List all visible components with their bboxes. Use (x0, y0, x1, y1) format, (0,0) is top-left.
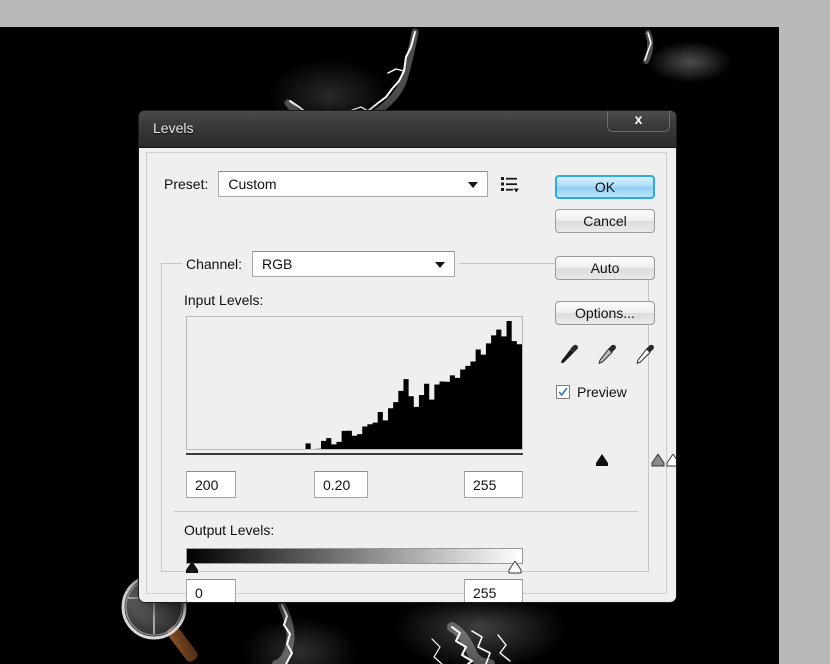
close-icon: x (634, 111, 643, 127)
black-point-slider[interactable] (594, 454, 610, 467)
input-slider-track[interactable] (186, 453, 523, 455)
preview-label: Preview (577, 384, 627, 400)
dialog-body: Preset: Custom Channel: RGB Input Levels… (146, 152, 676, 602)
preview-checkbox[interactable] (556, 385, 570, 399)
chevron-down-icon (435, 262, 446, 268)
channel-label: Channel: (186, 256, 243, 272)
channel-row: Channel: RGB (182, 251, 460, 277)
options-button-label: Options... (575, 305, 635, 321)
set-white-point-eyedropper-icon[interactable] (633, 342, 657, 366)
white-output-slider[interactable] (507, 561, 523, 574)
output-white-point-field[interactable]: 255 (464, 579, 523, 602)
preset-label: Preset: (164, 176, 209, 192)
channel-dropdown[interactable]: RGB (252, 251, 456, 277)
chevron-down-icon (468, 182, 479, 188)
set-black-point-eyedropper-icon[interactable] (557, 342, 581, 366)
input-gamma-field[interactable]: 0.20 (314, 471, 368, 498)
histogram-plot (187, 317, 522, 449)
preset-dropdown[interactable]: Custom (218, 171, 489, 197)
eyedropper-row (557, 341, 657, 367)
auto-button[interactable]: Auto (555, 256, 655, 280)
input-histogram[interactable] (186, 316, 523, 450)
channel-value: RGB (262, 256, 293, 272)
cancel-button-label: Cancel (583, 213, 627, 229)
options-button[interactable]: Options... (555, 301, 655, 325)
dialog-title: Levels (153, 120, 194, 136)
input-levels-label: Input Levels: (184, 292, 264, 308)
input-white-point-field[interactable]: 255 (464, 471, 523, 498)
checkmark-icon (558, 387, 568, 397)
preset-menu-icon[interactable] (500, 174, 520, 194)
levels-dialog[interactable]: Levels x Preset: Custom Channel: RGB Inp… (138, 110, 677, 603)
cancel-button[interactable]: Cancel (555, 209, 655, 233)
close-button[interactable]: x (607, 111, 670, 132)
white-point-slider[interactable] (665, 454, 677, 467)
gray-point-slider[interactable] (650, 454, 666, 467)
ok-button-label: OK (594, 179, 616, 195)
dialog-title-bar[interactable]: Levels x (139, 111, 676, 148)
auto-button-label: Auto (590, 260, 620, 276)
output-black-point-field[interactable]: 0 (186, 579, 236, 602)
black-output-slider[interactable] (184, 561, 200, 574)
output-levels-label: Output Levels: (184, 522, 275, 538)
section-divider (174, 511, 638, 512)
output-gradient-bar[interactable] (186, 548, 523, 564)
preset-row: Preset: Custom (164, 171, 520, 197)
ok-button[interactable]: OK (555, 175, 655, 199)
preset-value: Custom (228, 176, 277, 192)
set-gray-point-eyedropper-icon[interactable] (595, 342, 619, 366)
input-black-point-field[interactable]: 200 (186, 471, 236, 498)
preview-checkbox-row[interactable]: Preview (556, 384, 627, 400)
